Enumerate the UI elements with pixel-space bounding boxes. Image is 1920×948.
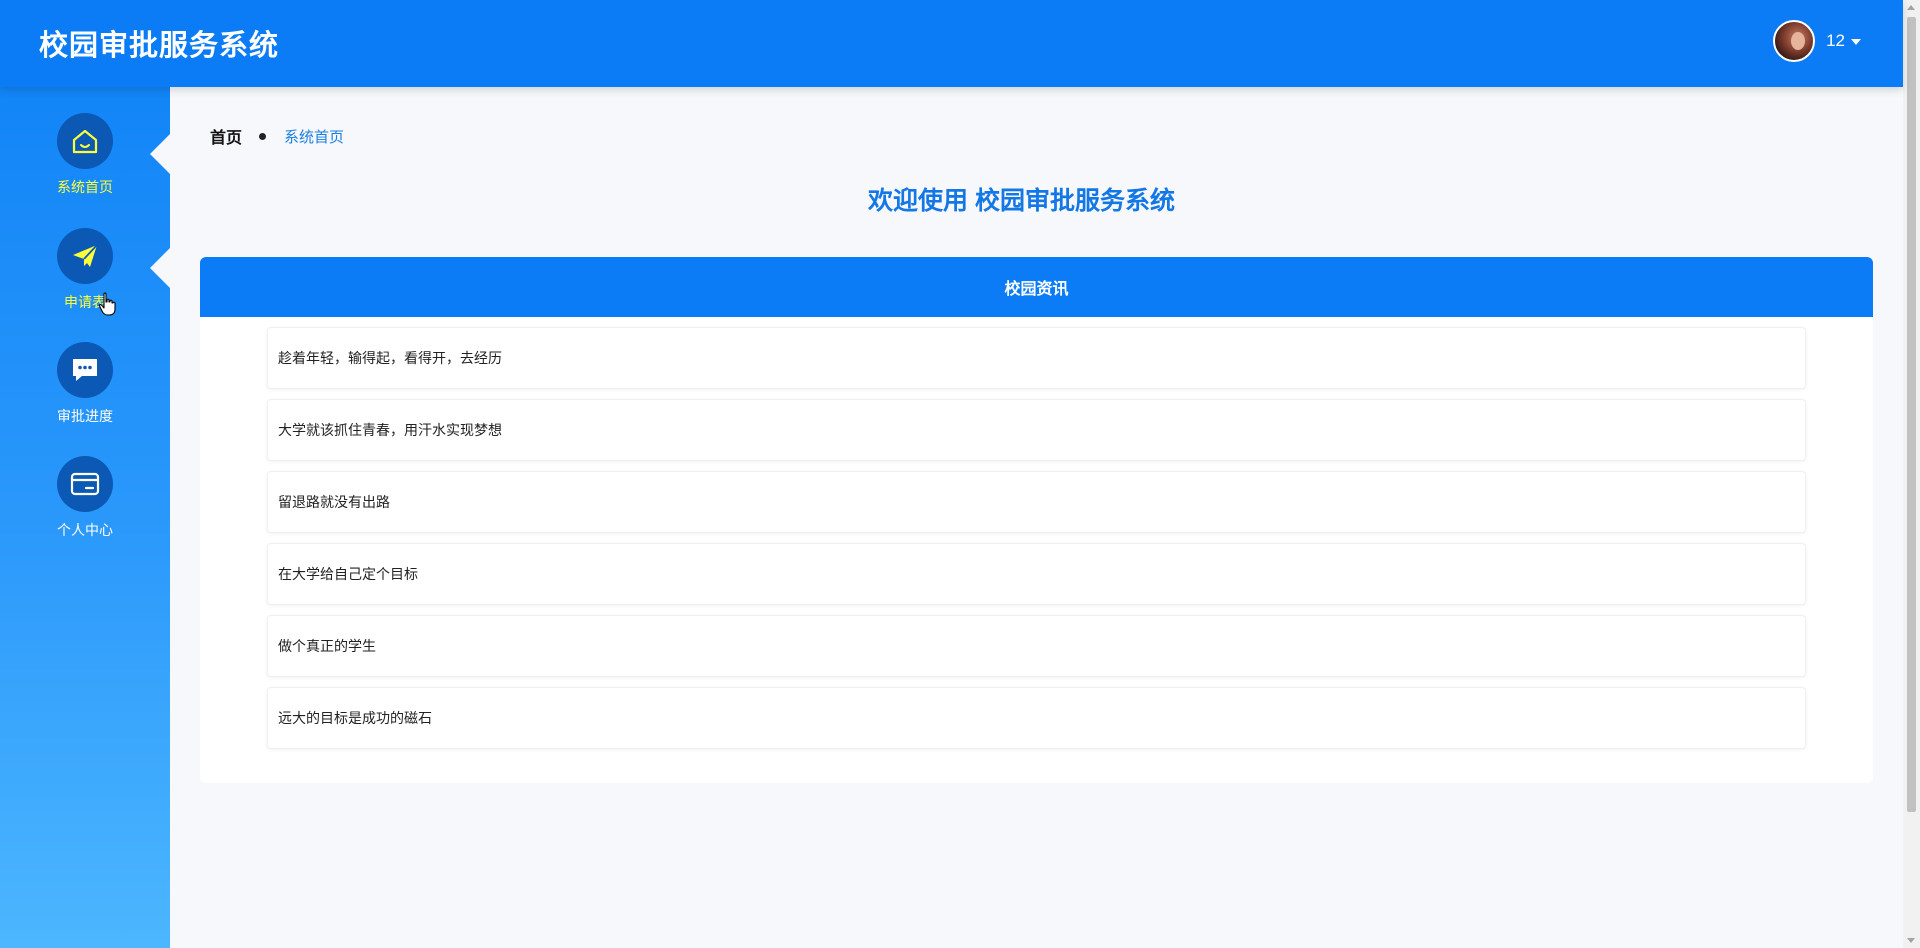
news-item[interactable]: 大学就该抓住青春，用汗水实现梦想 [267,399,1806,461]
sidebar-item-label: 个人中心 [57,522,113,538]
news-list: 趁着年轻，输得起，看得开，去经历 大学就该抓住青春，用汗水实现梦想 留退路就没有… [267,327,1806,759]
news-card: 校园资讯 趁着年轻，输得起，看得开，去经历 大学就该抓住青春，用汗水实现梦想 留… [200,257,1873,783]
scroll-up-arrow-icon[interactable] [1907,5,1915,10]
news-item[interactable]: 做个真正的学生 [267,615,1806,677]
hand-cursor-icon [98,292,116,316]
scrollbar-thumb[interactable] [1907,17,1916,812]
user-menu[interactable]: 12 [1773,20,1861,62]
sidebar-item-application[interactable]: 申请表 [0,228,170,338]
caret-down-icon[interactable] [1851,39,1861,45]
user-name[interactable]: 12 [1826,31,1845,51]
news-item[interactable]: 远大的目标是成功的磁石 [267,687,1806,749]
page-scrollbar[interactable] [1903,0,1920,948]
top-header: 校园审批服务系统 12 [0,0,1903,87]
paper-plane-icon [57,228,113,284]
app-title: 校园审批服务系统 [39,30,280,62]
sidebar-item-progress[interactable]: 审批进度 [0,342,170,452]
news-item[interactable]: 在大学给自己定个目标 [267,543,1806,605]
news-item[interactable]: 留退路就没有出路 [267,471,1806,533]
card-icon [57,456,113,512]
avatar[interactable] [1773,20,1816,62]
sidebar-item-profile[interactable]: 个人中心 [0,456,170,566]
sidebar-item-label: 审批进度 [57,408,113,424]
sidebar-item-home[interactable]: 系统首页 [0,113,170,223]
sidebar: 系统首页 申请表 审批进度 个人中心 [0,87,170,948]
sidebar-item-label: 系统首页 [57,179,113,195]
sidebar-item-label: 申请表 [64,294,106,310]
chat-bubble-icon [57,342,113,398]
breadcrumb: 首页 系统首页 [210,124,344,148]
news-item[interactable]: 趁着年轻，输得起，看得开，去经历 [267,327,1806,389]
welcome-title: 欢迎使用 校园审批服务系统 [868,187,1175,215]
breadcrumb-current: 系统首页 [284,128,345,146]
breadcrumb-home[interactable]: 首页 [210,124,242,148]
news-card-title: 校园资讯 [200,257,1873,317]
breadcrumb-separator [259,132,267,140]
main-content: 首页 系统首页 欢迎使用 校园审批服务系统 校园资讯 趁着年轻，输得起，看得开，… [170,87,1903,948]
home-icon [57,113,113,169]
scroll-down-arrow-icon[interactable] [1907,938,1915,943]
